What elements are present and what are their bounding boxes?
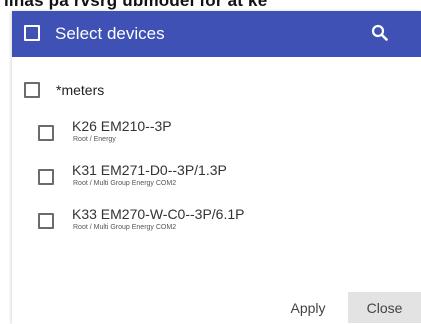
device-path: Root / Energy [73, 136, 116, 143]
device-name: K33 EM270-W-C0--3P/6.1P [72, 206, 245, 222]
device-name: K31 EM271-D0--3P/1.3P [72, 162, 227, 178]
apply-button[interactable]: Apply [280, 292, 336, 323]
device-item[interactable]: K26 EM210--3P Root / Energy [12, 118, 421, 154]
search-button[interactable] [368, 21, 392, 45]
device-path: Root / Multi Group Energy COM2 [73, 224, 177, 231]
device-item[interactable]: K33 EM270-W-C0--3P/6.1P Root / Multi Gro… [12, 206, 421, 242]
background-page-text: lihas pa rvsrg ubmodel for at ke [0, 0, 421, 11]
device-item[interactable]: K31 EM271-D0--3P/1.3P Root / Multi Group… [12, 162, 421, 198]
group-checkbox[interactable] [24, 82, 40, 98]
select-all-checkbox[interactable] [24, 25, 40, 41]
close-button[interactable]: Close [348, 292, 421, 323]
search-icon [371, 24, 388, 41]
dialog-title: Select devices [55, 24, 165, 43]
select-devices-dialog: Select devices *meters K26 EM210--3P Roo… [12, 11, 421, 324]
dialog-header: Select devices [12, 11, 421, 57]
group-row-meters[interactable]: *meters [12, 79, 421, 103]
group-label: *meters [56, 82, 105, 98]
background-page-heading: lihas pa rvsrg ubmodel for at ke [4, 0, 268, 10]
device-checkbox[interactable] [38, 125, 54, 141]
device-name: K26 EM210--3P [72, 118, 172, 134]
device-checkbox[interactable] [38, 213, 54, 229]
device-path: Root / Multi Group Energy COM2 [73, 180, 177, 187]
device-checkbox[interactable] [38, 169, 54, 185]
